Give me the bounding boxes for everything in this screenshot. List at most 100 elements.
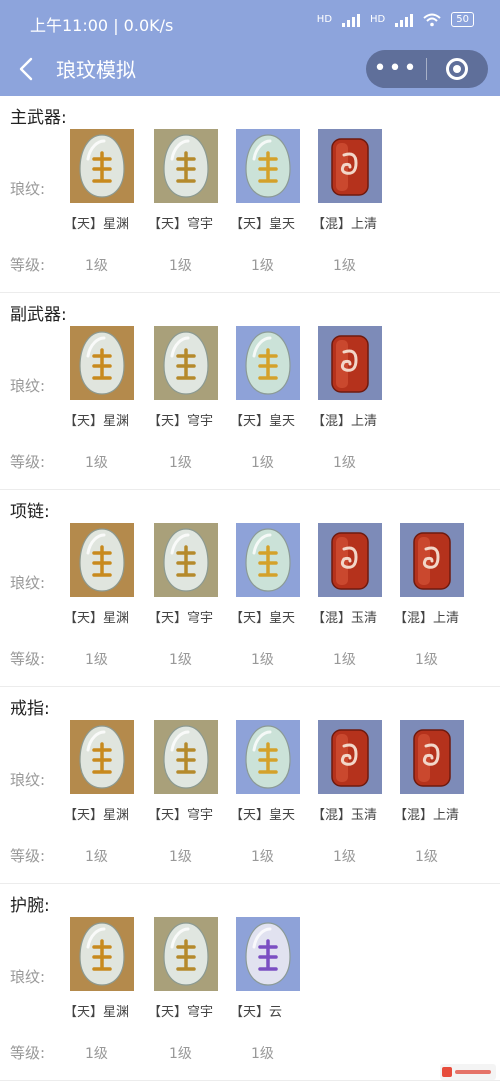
gem-icon[interactable] — [236, 523, 300, 597]
gem-name: 【天】星渊 — [64, 1001, 154, 1020]
gem-item[interactable]: 【天】皇天1级 — [230, 129, 310, 289]
gem-icon[interactable] — [154, 917, 218, 991]
gem-name: 【混】上清 — [312, 410, 402, 429]
gem-icon[interactable] — [400, 720, 464, 794]
gem-name: 【天】穹宇 — [148, 607, 238, 626]
gem-icon[interactable] — [70, 523, 134, 597]
gem-level[interactable]: 1级 — [169, 846, 192, 866]
gem-item[interactable]: 【混】上清1级 — [312, 129, 392, 289]
section-title: 副武器: — [10, 303, 67, 327]
wen-label: 琅纹: — [10, 966, 45, 987]
gem-icon[interactable] — [400, 523, 464, 597]
gem-level[interactable]: 1级 — [85, 1043, 108, 1063]
gem-level[interactable]: 1级 — [415, 846, 438, 866]
gem-level[interactable]: 1级 — [251, 255, 274, 275]
gem-item[interactable]: 【天】皇天1级 — [230, 326, 310, 486]
gem-item[interactable]: 【混】玉清1级 — [312, 523, 392, 683]
gem-item[interactable]: 【混】上清1级 — [394, 523, 474, 683]
gem-name: 【天】穹宇 — [148, 213, 238, 232]
gem-icon[interactable] — [154, 523, 218, 597]
gem-level[interactable]: 1级 — [333, 649, 356, 669]
gem-icon[interactable] — [154, 720, 218, 794]
equip-section: 项链:琅纹:等级:【天】星渊1级【天】穹宇1级【天】皇天1级【混】玉清1级【混】… — [0, 490, 500, 687]
mini-program-capsule: ••• — [366, 50, 488, 88]
gem-item[interactable]: 【混】玉清1级 — [312, 720, 392, 880]
gem-level[interactable]: 1级 — [85, 255, 108, 275]
gem-item[interactable]: 【天】皇天1级 — [230, 523, 310, 683]
close-button[interactable] — [427, 58, 487, 80]
gem-level[interactable]: 1级 — [333, 452, 356, 472]
status-bar: 上午11:00 | 0.0K/s HD HD 50 — [0, 0, 500, 44]
gem-name: 【混】上清 — [394, 804, 484, 823]
gem-level[interactable]: 1级 — [85, 846, 108, 866]
gem-level[interactable]: 1级 — [415, 649, 438, 669]
gem-level[interactable]: 1级 — [333, 255, 356, 275]
gem-level[interactable]: 1级 — [169, 452, 192, 472]
level-label: 等级: — [10, 451, 45, 472]
equip-section: 副武器:琅纹:等级:【天】星渊1级【天】穹宇1级【天】皇天1级【混】上清1级 — [0, 293, 500, 490]
gem-level[interactable]: 1级 — [85, 452, 108, 472]
gem-item[interactable]: 【天】星渊1级 — [64, 917, 144, 1077]
gem-icon[interactable] — [318, 129, 382, 203]
signal-icon — [342, 13, 360, 27]
gem-level[interactable]: 1级 — [169, 1043, 192, 1063]
gem-item[interactable]: 【天】穹宇1级 — [148, 129, 228, 289]
gem-item[interactable]: 【天】穹宇1级 — [148, 523, 228, 683]
gem-item[interactable]: 【天】穹宇1级 — [148, 326, 228, 486]
gem-name: 【天】皇天 — [230, 213, 320, 232]
gem-icon[interactable] — [236, 917, 300, 991]
gem-name: 【天】云 — [230, 1001, 320, 1020]
gem-level[interactable]: 1级 — [251, 1043, 274, 1063]
gem-icon[interactable] — [154, 129, 218, 203]
gem-icon[interactable] — [154, 326, 218, 400]
level-label: 等级: — [10, 648, 45, 669]
gem-level[interactable]: 1级 — [251, 649, 274, 669]
wifi-icon — [423, 13, 441, 27]
hd-label: HD — [317, 14, 332, 25]
level-label: 等级: — [10, 845, 45, 866]
gem-icon[interactable] — [70, 326, 134, 400]
battery-icon: 50 — [451, 12, 474, 27]
gem-name: 【天】皇天 — [230, 410, 320, 429]
gem-item[interactable]: 【天】星渊1级 — [64, 129, 144, 289]
gem-level[interactable]: 1级 — [169, 649, 192, 669]
gem-icon[interactable] — [236, 129, 300, 203]
level-label: 等级: — [10, 1042, 45, 1063]
signal-icon-2 — [395, 13, 413, 27]
gem-item[interactable]: 【天】星渊1级 — [64, 720, 144, 880]
gem-item[interactable]: 【天】穹宇1级 — [148, 917, 228, 1077]
gem-icon[interactable] — [70, 720, 134, 794]
gem-level[interactable]: 1级 — [333, 846, 356, 866]
gem-item[interactable]: 【天】云1级 — [230, 917, 310, 1077]
gem-icon[interactable] — [70, 129, 134, 203]
gem-icon[interactable] — [318, 720, 382, 794]
gem-item[interactable]: 【天】皇天1级 — [230, 720, 310, 880]
gem-item[interactable]: 【天】星渊1级 — [64, 326, 144, 486]
equip-section: 戒指:琅纹:等级:【天】星渊1级【天】穹宇1级【天】皇天1级【混】玉清1级【混】… — [0, 687, 500, 884]
gem-name: 【天】星渊 — [64, 804, 154, 823]
gem-icon[interactable] — [70, 917, 134, 991]
gem-icon[interactable] — [236, 326, 300, 400]
gem-item[interactable]: 【天】星渊1级 — [64, 523, 144, 683]
gem-icon[interactable] — [318, 326, 382, 400]
gem-icon[interactable] — [236, 720, 300, 794]
gem-item[interactable]: 【混】上清1级 — [312, 326, 392, 486]
wen-label: 琅纹: — [10, 178, 45, 199]
gem-item[interactable]: 【天】穹宇1级 — [148, 720, 228, 880]
gem-name: 【混】上清 — [312, 213, 402, 232]
gem-icon[interactable] — [318, 523, 382, 597]
gem-level[interactable]: 1级 — [251, 452, 274, 472]
gem-level[interactable]: 1级 — [169, 255, 192, 275]
back-button[interactable] — [18, 56, 42, 84]
gem-level[interactable]: 1级 — [251, 846, 274, 866]
gem-name: 【混】玉清 — [312, 804, 402, 823]
equip-section: 主武器:琅纹:等级:【天】星渊1级【天】穹宇1级【天】皇天1级【混】上清1级 — [0, 96, 500, 293]
page-title: 琅玟模拟 — [56, 56, 136, 84]
more-button[interactable]: ••• — [366, 59, 426, 79]
section-title: 护腕: — [10, 894, 50, 918]
wen-label: 琅纹: — [10, 375, 45, 396]
gem-item[interactable]: 【混】上清1级 — [394, 720, 474, 880]
gem-name: 【天】皇天 — [230, 607, 320, 626]
equip-section: 护腕:琅纹:等级:【天】星渊1级【天】穹宇1级【天】云1级 — [0, 884, 500, 1081]
gem-level[interactable]: 1级 — [85, 649, 108, 669]
